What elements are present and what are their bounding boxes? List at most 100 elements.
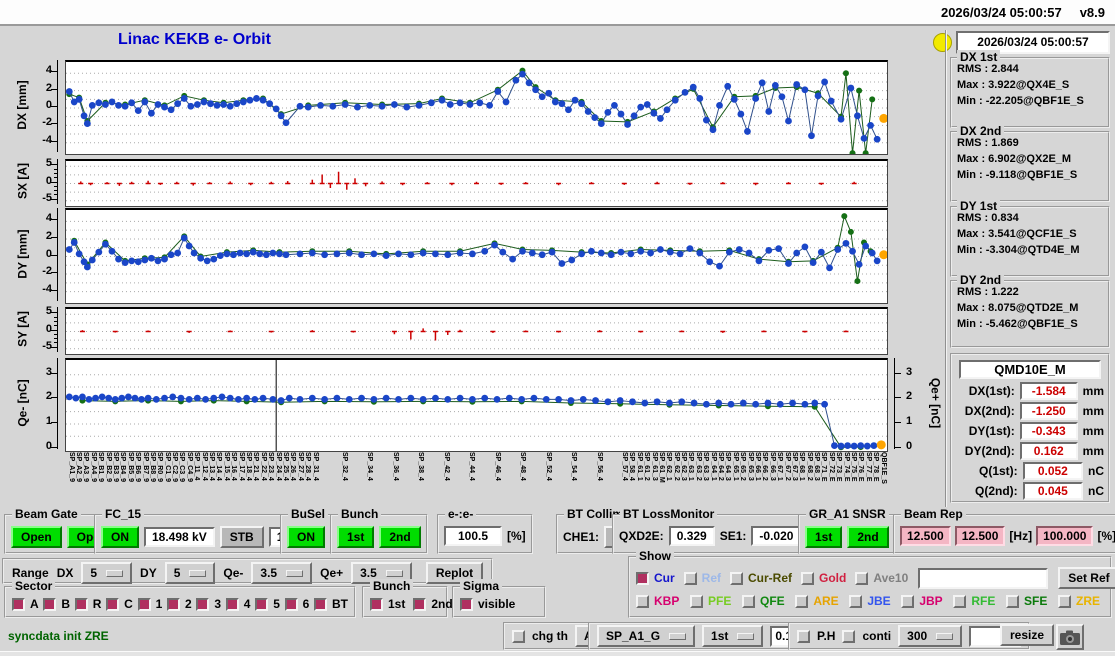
tick-label: 3 [45,365,52,378]
sector-b-checkbox[interactable] [43,597,57,611]
tick-label: 1 [906,414,913,427]
bunch-1st-button[interactable]: 1st [337,526,375,548]
x-axis-label: SP_34_4 [366,452,374,481]
group-label: BT LossMonitor [620,507,718,521]
resize-button[interactable]: resize [1000,624,1055,646]
sector-2-checkbox[interactable] [166,597,180,611]
sp-monitor-dropdown[interactable]: SP_A1_G [597,625,696,647]
ref-file-input[interactable] [918,567,1049,589]
tick-label: 0 [45,99,52,111]
show-zre-checkbox[interactable] [1057,594,1071,608]
beam-rep-hz-unit: [Hz] [1009,529,1033,543]
x-axis-label: SP_12_4 [200,452,208,481]
x-axis-label: SP_61_3 [650,452,658,481]
show-jbe-checkbox[interactable] [849,594,863,608]
tick-mark [51,123,57,125]
axis-title-sx: SX [A] [15,162,29,199]
range-qem-dropdown[interactable]: 3.5 [251,562,313,584]
beam-gate-open-1-button[interactable]: Open [11,526,62,548]
x-axis-label: SP_67_1 [776,452,784,481]
sector-r-checkbox[interactable] [74,597,88,611]
bunch-1st-label: 1st [388,597,406,611]
status-message: syncdata init ZRE [8,629,109,643]
stat-min: Min : -3.304@QTD4E_M [957,244,1080,256]
sector-5-checkbox[interactable] [255,597,269,611]
x-axis-label: SP_25_4 [281,452,289,481]
show-gold-checkbox[interactable] [801,571,815,585]
sector-a-checkbox[interactable] [12,597,25,611]
x-axis-label: SP_72_E [827,452,835,482]
conti-checkbox[interactable] [842,629,856,643]
points-dropdown[interactable]: 300 [898,625,963,647]
stats-dy-2nd: DY 2nd RMS : 1.222 Max : 8.075@QTD2E_M M… [950,273,1110,348]
sector-r-item: R [74,597,101,611]
screenshot-camera-button[interactable] [1056,624,1084,650]
ph-checkbox[interactable] [797,629,810,643]
sector-3-checkbox[interactable] [196,597,210,611]
qmd-row-unit: nC [1088,484,1104,498]
tick-label: 2 [45,81,52,94]
sector-1-checkbox[interactable] [137,597,151,611]
bunch-2nd-button[interactable]: 2nd [379,526,421,548]
bunch-th-dropdown[interactable]: 1st [702,625,764,647]
minor-tick-mark [54,198,57,200]
show-cur-ref-checkbox[interactable] [730,571,744,585]
fc15-on-button[interactable]: ON [101,526,139,548]
show-sfe-label: SFE [1023,594,1048,608]
stat-rms: RMS : 1.222 [957,286,1019,298]
x-axis-label: SP_68_2 [805,452,813,481]
tick-label: 0 [45,439,52,452]
show-ref-checkbox[interactable] [683,571,697,585]
gr-a1-1st-button[interactable]: 1st [805,526,843,548]
range-label: Range [12,566,49,580]
sector-4-checkbox[interactable] [225,597,239,611]
show-ref-item: Ref [683,571,721,585]
stat-max: Max : 6.902@QX2E_M [957,153,1072,165]
range-dx-label: DX [56,566,74,580]
x-axis-label: SP_24_4 [274,452,282,481]
bunch-2nd-checkbox[interactable] [413,597,427,611]
show-ave10-checkbox[interactable] [855,571,869,585]
qmd-row-value: 0.162 [1019,442,1078,460]
show-jbp-checkbox[interactable] [901,594,915,608]
show-rfe-item: RFE [953,594,995,608]
x-axis-label: SP_73_E [835,452,843,482]
y-axis-right-qe [894,358,895,449]
show-rfe-checkbox[interactable] [953,594,967,608]
range-dy-dropdown[interactable]: 5 [164,562,216,584]
ee-ratio-group: e-:e- 100.5 [%] [437,507,533,554]
sigma-visible-label: visible [478,597,516,611]
tick-mark [895,397,901,399]
tick-label: 5 [45,305,52,318]
sigma-visible-checkbox[interactable] [460,597,473,611]
show-qfe-checkbox[interactable] [742,594,755,608]
minor-tick-mark [54,181,57,183]
show-pfe-checkbox[interactable] [690,594,703,608]
minor-tick-mark [54,338,57,340]
show-cur-checkbox[interactable] [636,571,649,585]
sector-6-checkbox[interactable] [284,597,298,611]
dropdown-indicator-icon [189,569,207,577]
x-axis-label: SP_66_3 [768,452,776,481]
show-sfe-checkbox[interactable] [1005,594,1019,608]
x-axis-label: SP_18_4 [244,452,252,481]
set-ref-button[interactable]: Set Ref [1058,567,1115,589]
range-dx-dropdown[interactable]: 5 [81,562,133,584]
gr-a1-2nd-button[interactable]: 2nd [847,526,889,548]
axis-title-qe: Qe- [nC] [15,378,29,427]
show-kbp-checkbox[interactable] [636,594,649,608]
show-ave10-item: Ave10 [855,571,908,585]
sector-bt-checkbox[interactable] [314,597,327,611]
bunch-1st-checkbox[interactable] [370,597,383,611]
fc15-stb-button[interactable]: STB [219,526,264,548]
status-lamp-icon [933,33,952,52]
busel-on-button[interactable]: ON [287,526,325,548]
stats-group-title: DX 1st [957,50,1001,64]
sector-c-checkbox[interactable] [106,597,120,611]
chg-th-checkbox[interactable] [512,629,525,643]
sector-3-label: 3 [214,597,222,611]
tick-label: 3 [906,365,913,378]
show-are-checkbox[interactable] [795,594,809,608]
sector-b-label: B [61,597,71,611]
x-axis-label: SP_67_2 [783,452,791,481]
